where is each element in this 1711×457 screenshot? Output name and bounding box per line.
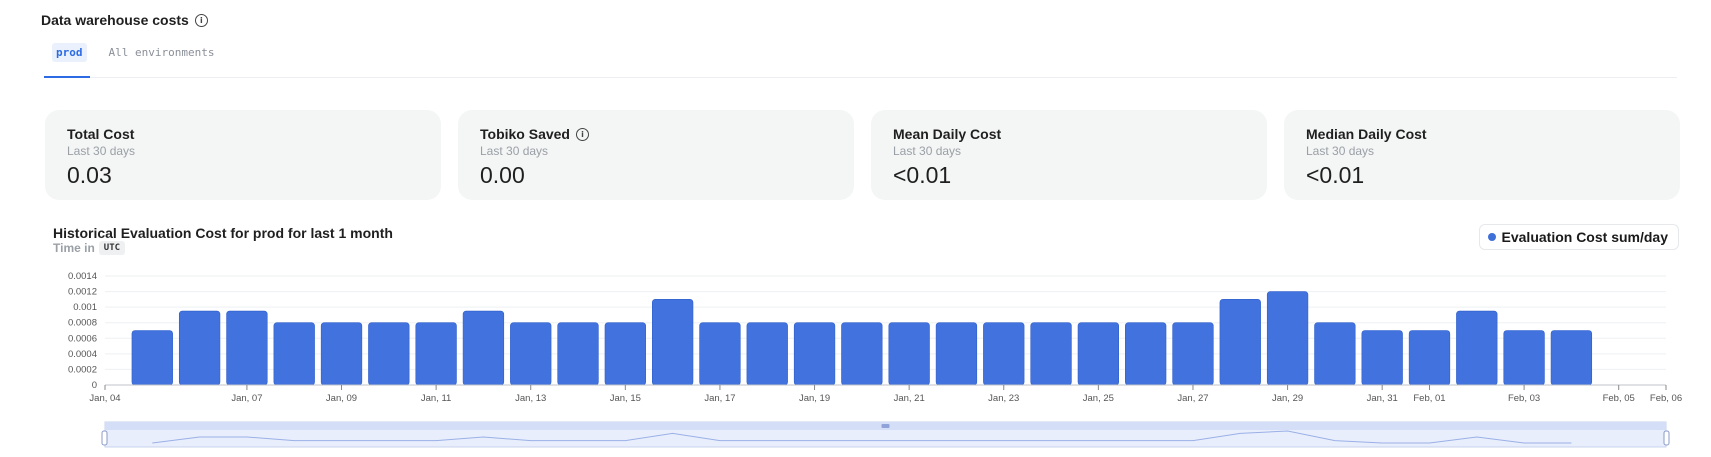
bar	[841, 322, 883, 386]
bar	[699, 322, 741, 386]
bar	[462, 310, 505, 386]
bar	[178, 310, 221, 386]
x-tick-label: Jan, 27	[1177, 393, 1208, 404]
y-tick-label: 0.0006	[68, 333, 97, 344]
zoom-handle-left	[101, 430, 108, 446]
bar	[1030, 322, 1072, 386]
x-tick-label: Jan, 15	[610, 393, 641, 404]
bar	[510, 322, 552, 386]
x-tick-label: Jan, 21	[894, 393, 925, 404]
bar	[1172, 322, 1214, 386]
bar	[651, 299, 694, 386]
bar	[273, 322, 315, 386]
y-tick-label: 0.0004	[68, 349, 97, 360]
x-tick-label: Feb, 01	[1413, 393, 1445, 404]
y-tick-label: 0	[92, 380, 97, 391]
zoom-drag-grip-icon	[881, 424, 890, 428]
bar	[935, 322, 978, 386]
bar	[983, 322, 1025, 386]
y-tick-label: 0.0002	[68, 364, 97, 375]
bar	[1550, 330, 1593, 386]
bar	[793, 322, 836, 386]
bar	[1456, 310, 1498, 386]
bar	[557, 322, 599, 386]
x-tick-label: Jan, 29	[1272, 393, 1303, 404]
y-tick-label: 0.0014	[68, 271, 97, 282]
y-tick-label: 0.0008	[68, 318, 97, 329]
x-tick-label: Jan, 19	[799, 393, 830, 404]
bar	[746, 322, 788, 386]
bar	[1125, 322, 1167, 386]
bar	[1408, 330, 1451, 386]
bar	[1314, 322, 1356, 386]
bar	[131, 330, 173, 386]
evaluation-cost-chart: 0 0.0002 0.0004 0.0006 0.0008 0.001 0.0012 0.00…	[68, 271, 1682, 448]
x-tick-label: Feb, 06	[1650, 393, 1682, 404]
x-tick-label: Feb, 03	[1508, 393, 1540, 404]
y-tick-label: 0.0012	[68, 287, 97, 298]
bar	[1361, 330, 1403, 386]
x-tick-label: Jan, 31	[1367, 393, 1398, 404]
x-tick-label: Feb, 05	[1603, 393, 1635, 404]
x-tick-label: Jan, 04	[89, 393, 120, 404]
zoom-handle-right	[1663, 430, 1670, 446]
x-tick-label: Jan, 23	[988, 393, 1019, 404]
x-tick-label: Jan, 17	[704, 393, 735, 404]
bar	[888, 322, 930, 386]
x-tick-label: Jan, 09	[326, 393, 357, 404]
y-tick-label: 0.001	[73, 302, 97, 313]
bar	[368, 322, 410, 386]
bar	[604, 322, 646, 386]
bar	[415, 322, 457, 386]
bar	[1503, 330, 1545, 386]
x-tick-label: Jan, 11	[421, 393, 451, 404]
bar	[1266, 291, 1309, 386]
bar	[320, 322, 363, 386]
bar	[1219, 299, 1261, 386]
bar	[226, 310, 268, 386]
x-tick-label: Jan, 07	[231, 393, 262, 404]
bar	[1077, 322, 1120, 386]
x-tick-label: Jan, 25	[1083, 393, 1114, 404]
x-tick-label: Jan, 13	[515, 393, 546, 404]
